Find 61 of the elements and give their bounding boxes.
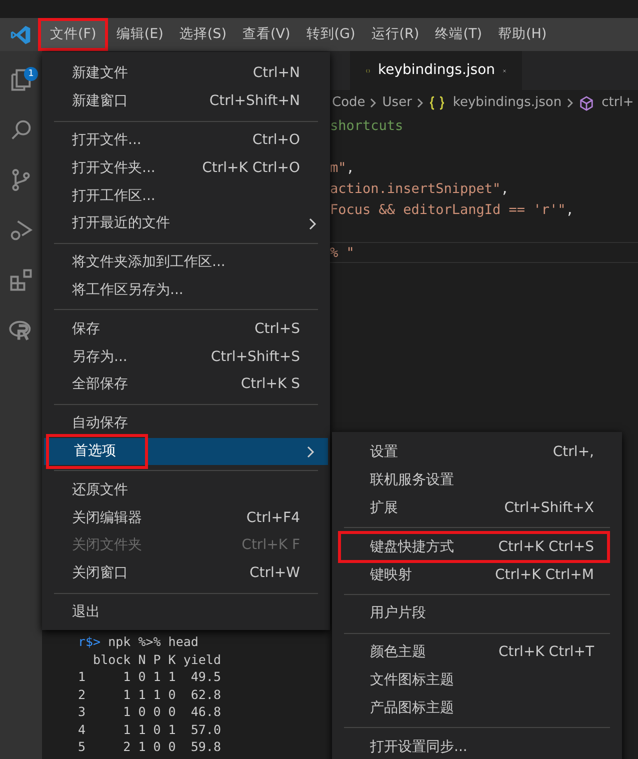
menu-bar-item[interactable]: 转到(G) [300,22,362,48]
breadcrumb-item[interactable]: ctrl+ [578,93,634,113]
menu-item[interactable]: 另存为... Ctrl+Shift+S [42,343,330,371]
terminal-line: 5 2 1 0 0 59.8 [78,739,221,754]
menu-item[interactable]: 文件图标主题 [340,666,608,694]
code-line: % " [330,245,354,261]
menu-item[interactable]: 打开设置同步... [340,733,608,759]
menu-bar-item[interactable]: 帮助(H) [492,22,553,48]
menu-item[interactable]: 全部保存 Ctrl+K S [42,370,330,399]
menu-item[interactable]: 将工作区另存为... [42,276,330,304]
menu-item[interactable]: 扩展 Ctrl+Shift+X [340,494,608,522]
chevron-icon[interactable] [566,98,574,108]
menu-item[interactable]: 新建窗口 Ctrl+Shift+N [42,88,330,116]
code-line: action.insertSnippet", [330,181,509,197]
menu-bar-item[interactable]: 终端(T) [429,22,488,48]
breadcrumb-item[interactable]: keybindings.json [428,93,562,113]
menu-item[interactable]: 将文件夹添加到工作区... [42,248,330,277]
menu-item[interactable]: 打开文件夹... Ctrl+K Ctrl+O [42,154,330,182]
extensions-icon[interactable] [8,267,34,293]
menu-item[interactable]: 新建文件 Ctrl+N [42,60,330,88]
menu-item[interactable]: 退出 [42,598,330,626]
menu-item[interactable]: 保存 Ctrl+S [42,315,330,344]
breadcrumb-item[interactable]: User [382,93,412,113]
terminal-line: 2 1 1 1 0 62.8 [78,686,221,702]
menu-item[interactable]: 颜色主题 Ctrl+K Ctrl+T [340,638,608,667]
terminal-line: block N P K yield [92,652,221,666]
chevron-right-icon [306,446,316,458]
menu-item[interactable]: 产品图标主题 [340,694,608,722]
menu-bar-item[interactable]: 编辑(E) [110,22,170,48]
menu-item[interactable]: 键映射 Ctrl+K Ctrl+M [340,561,608,589]
chevron-icon[interactable] [416,98,424,108]
breadcrumb-item[interactable]: Code [332,93,366,113]
editor-tab[interactable]: keybindings.json [350,51,522,90]
terminal-line: r$> npk %>% head [78,634,198,649]
notification-badge: 1 [24,67,38,81]
menu-item[interactable]: 自动保存 [42,410,330,438]
menu-bar-item[interactable]: 选择(S) [173,22,232,48]
menu-item[interactable]: 键盘快捷方式 Ctrl+K Ctrl+S [340,533,608,562]
menu-bar-item[interactable]: 查看(V) [236,22,296,48]
cube-icon[interactable] [578,96,594,110]
chevron-icon[interactable] [370,98,378,108]
menu-item[interactable]: 设置 Ctrl+, [340,439,608,467]
app-logo-icon[interactable] [10,24,32,46]
menu-item[interactable]: 还原文件 [42,476,330,504]
menu-item[interactable]: 打开文件... Ctrl+O [42,126,330,154]
menu-item[interactable]: 用户片段 [340,600,608,628]
chevron-right-icon [308,218,318,230]
menu-item[interactable]: 打开工作区... [42,182,330,210]
menu-bar-item[interactable]: 文件(F) [40,20,106,50]
menu-item[interactable]: 联机服务设置 [340,466,608,495]
code-line: shortcuts [330,118,404,134]
code-line: Focus && editorLangId == 'r'", [330,202,574,218]
terminal-line: 4 1 1 0 1 57.0 [78,722,221,736]
menu-item[interactable]: 打开最近的文件 [42,210,330,238]
terminal-line: 1 1 0 1 1 49.5 [78,669,221,684]
json-braces-icon[interactable] [428,96,445,110]
terminal-line: 3 1 0 0 0 46.8 [78,704,221,719]
menu-item[interactable]: 关闭编辑器 Ctrl+F4 [42,504,330,532]
menu-bar-item[interactable]: 运行(R) [365,22,426,48]
code-line: m", [330,160,354,176]
menu-item[interactable]: 关闭窗口 Ctrl+W [42,560,330,588]
